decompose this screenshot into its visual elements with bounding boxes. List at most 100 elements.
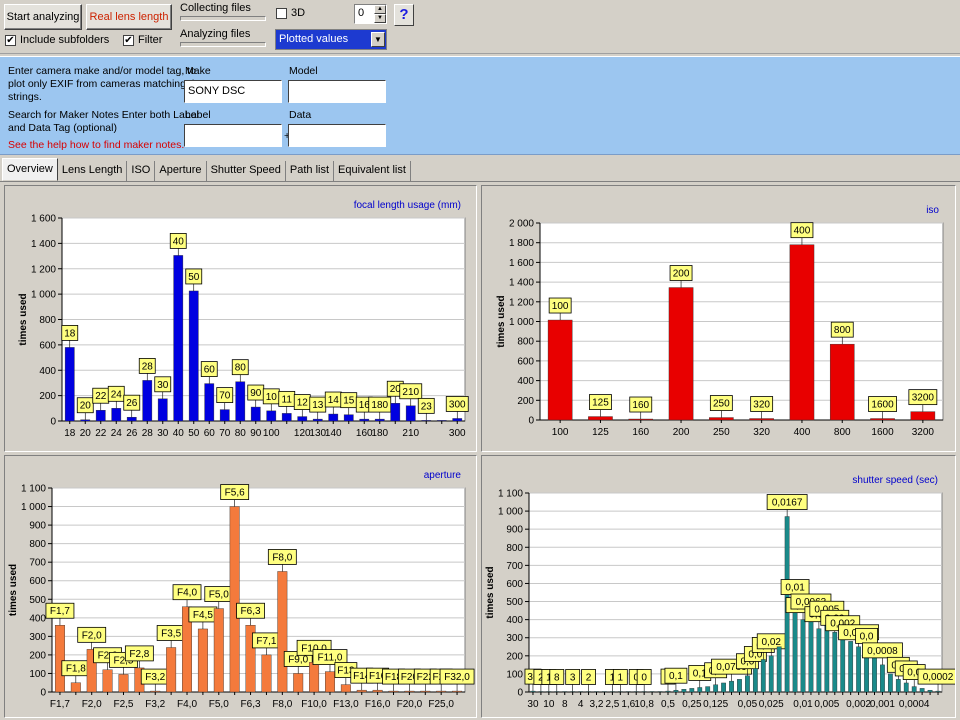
bar [927,689,933,693]
checkbox-box[interactable] [276,7,287,19]
bar [832,632,838,693]
spin-down-icon[interactable]: ▼ [374,14,386,23]
model-input[interactable] [288,80,386,103]
bar [768,655,774,693]
data-label: F3,5 [161,628,181,639]
plotted-values-select[interactable]: Plotted values ▼ [275,29,387,50]
x-tick-label: 0,001 [870,699,895,710]
x-tick-label: 125 [592,427,609,438]
depth-spinner[interactable]: 0 ▲ ▼ [354,4,387,24]
bar [356,689,367,693]
bar [633,691,639,693]
filter-checkbox[interactable]: ✔ Filter [123,34,162,46]
y-tick-label: 0 [40,688,46,699]
y-axis-label: times used [485,566,496,618]
maker-notes-help-link[interactable]: See the help how to find maker notes. [8,139,184,152]
y-tick-label: 700 [506,561,523,572]
x-tick-label: 3200 [912,427,935,438]
bar [95,410,106,422]
x-tick-label: 70 [219,428,231,439]
x-tick-label: 320 [753,427,770,438]
tab-shutter-speed[interactable]: Shutter Speed [207,161,286,181]
x-tick-label: 22 [95,428,107,439]
bar [188,290,199,422]
iso-chart-panel: iso times used 0 200 400 600 800 1 000 1 200 1 40… [481,185,956,452]
data-label: 50 [188,272,200,283]
x-tick-label: 0,5 [661,699,675,710]
filter-label: Filter [138,34,163,46]
bar [554,691,560,693]
x-tick-label: 90 [250,428,262,439]
bar [625,691,631,693]
data-input[interactable] [288,124,386,147]
chevron-down-icon[interactable]: ▼ [371,32,385,47]
label-input[interactable] [184,124,282,147]
bar [617,691,623,693]
bar [880,664,885,693]
y-tick-label: 400 [506,615,523,626]
bar [452,690,463,693]
y-tick-label: 400 [39,366,56,377]
y-tick-label: 200 [29,650,46,661]
x-tick-label: 0,025 [759,699,784,710]
data-label: 11 [282,394,293,405]
chart-title: aperture [424,470,462,481]
bar [737,679,742,693]
bar [325,671,335,693]
x-tick-label: 28 [142,428,154,439]
bar [729,680,734,693]
y-tick-label: 1 200 [31,264,56,275]
label-label: Label [185,109,211,121]
make-input[interactable]: SONY DSC [184,80,282,103]
include-subfolders-checkbox[interactable]: ✔ Include subfolders [5,34,109,46]
y-tick-label: 500 [506,597,523,608]
bar [64,347,75,422]
y-tick-label: 500 [29,595,46,606]
tab-equivalent-list[interactable]: Equivalent list [334,161,411,181]
data-label: 0,0 [860,631,874,642]
collecting-files-label: Collecting files [180,2,251,14]
3d-checkbox[interactable]: 3D [276,7,305,19]
data-label: 320 [753,400,770,411]
tab-aperture[interactable]: Aperture [155,161,207,181]
bar [235,381,246,422]
y-tick-label: 1 800 [509,238,534,249]
y-tick-label: 900 [506,525,523,536]
data-label: 14 [328,395,340,406]
y-tick-label: 800 [517,337,534,348]
bar [297,416,308,422]
checkbox-box[interactable]: ✔ [123,34,134,46]
real-lens-length-button[interactable]: Real lens length [86,4,172,30]
bar [856,646,861,693]
bar [436,420,447,422]
toolbar: Start analyzing Real lens length ✔ Inclu… [0,0,960,54]
bar [872,655,877,693]
help-button[interactable]: ? [394,4,414,26]
tab-lens-length[interactable]: Lens Length [58,161,128,181]
y-tick-label: 0 [528,416,534,427]
tab-path-list[interactable]: Path list [286,161,335,181]
y-tick-label: 200 [39,391,56,402]
y-tick-label: 1 400 [509,278,534,289]
bar [935,690,941,693]
data-label: 0,0002 [923,672,954,683]
x-tick-label: F20,0 [397,699,423,710]
x-tick-label: 8 [562,699,568,710]
bar [452,418,463,422]
checkbox-box[interactable]: ✔ [5,34,16,46]
x-tick-label: F2,5 [113,699,133,710]
data-label: 180 [371,400,388,411]
bar [709,417,734,421]
bar [54,625,65,693]
bar [197,628,208,693]
bar [277,571,288,693]
bar [538,691,544,693]
y-tick-label: 1 000 [21,502,46,513]
bar [281,413,292,422]
focal-length-chart: focal length usage (mm) times used 0 200 400… [18,200,469,439]
tab-iso[interactable]: ISO [127,161,156,181]
start-analyzing-button[interactable]: Start analyzing [4,4,82,30]
tab-overview[interactable]: Overview [2,158,58,181]
x-tick-label: 2,5 [605,699,619,710]
spin-up-icon[interactable]: ▲ [374,5,386,14]
